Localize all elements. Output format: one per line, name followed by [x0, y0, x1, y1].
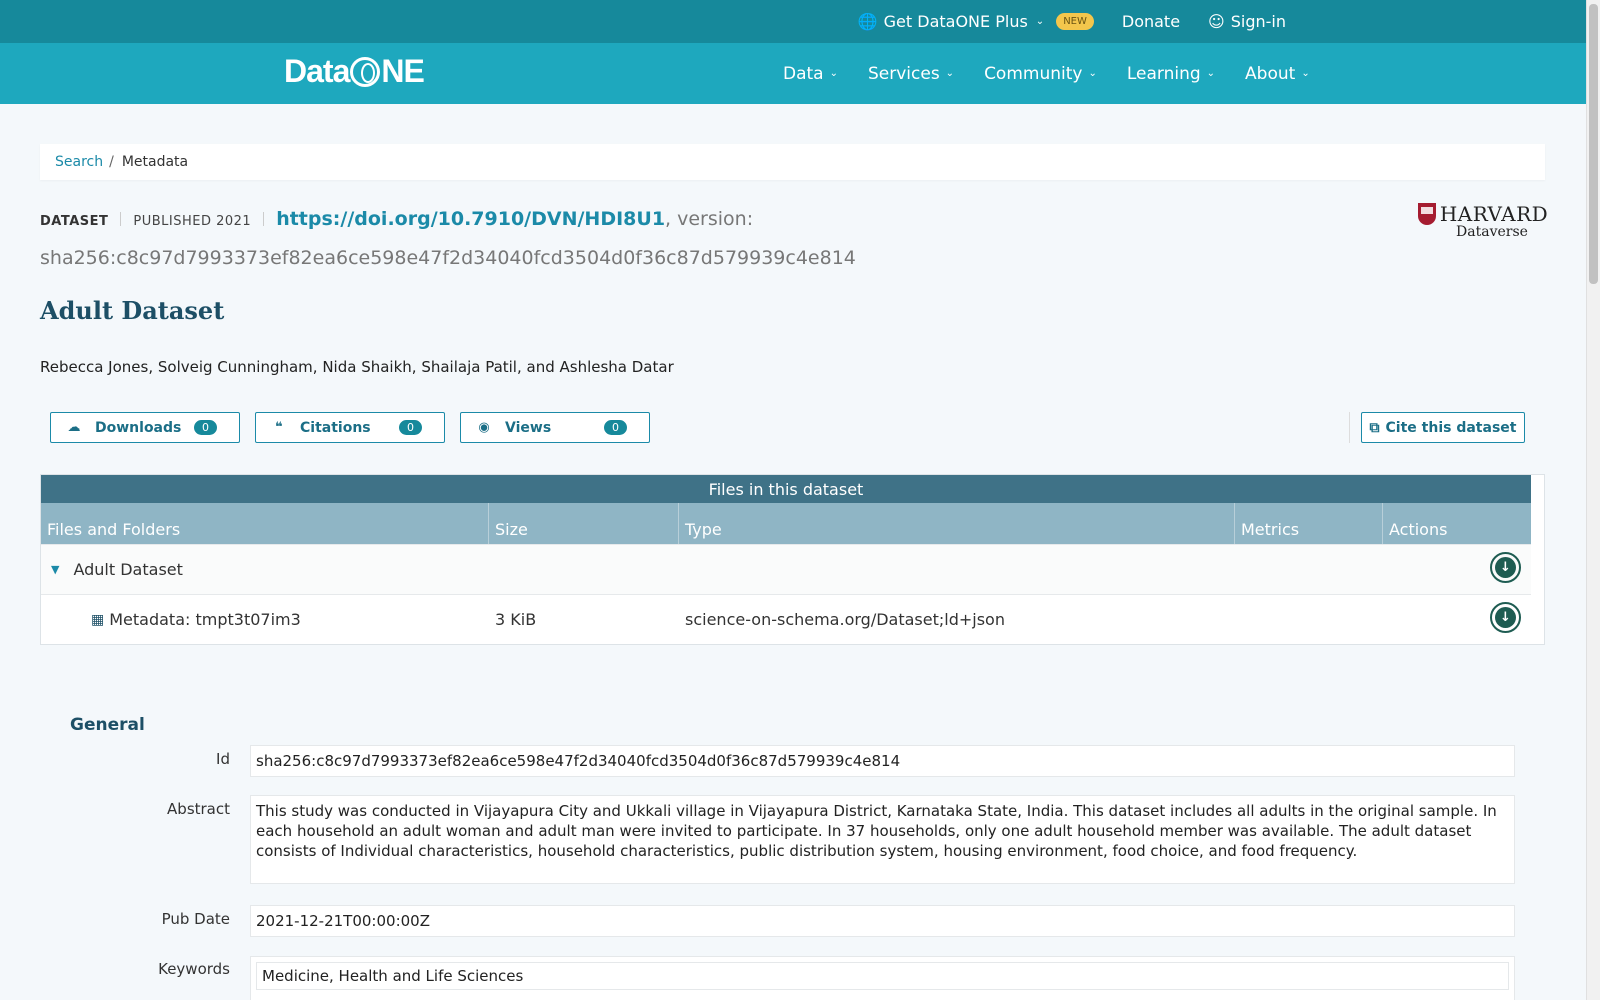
column-header-size: Size [489, 503, 679, 544]
published-label: PUBLISHED 2021 [133, 214, 252, 229]
column-header-files: Files and Folders [41, 503, 489, 544]
get-dataone-plus-link[interactable]: 🌐 Get DataONE Plus ⌄ NEW [858, 12, 1094, 31]
download-icon: ↓ [1495, 557, 1516, 578]
chevron-down-icon: ⌄ [1088, 68, 1097, 79]
views-label: Views [505, 419, 552, 436]
keywords-list: Medicine, Health and Life Sciences [250, 956, 1515, 1000]
folder-name: Adult Dataset [73, 560, 183, 579]
get-dataone-plus-label: Get DataONE Plus [883, 12, 1028, 31]
cite-divider [1349, 412, 1350, 443]
keywords-label: Keywords [158, 960, 230, 978]
top-utility-bar: 🌐 Get DataONE Plus ⌄ NEW Donate ☺ Sign-i… [0, 0, 1586, 43]
globe-icon: 🌐 [857, 12, 878, 31]
logo-globe-icon [350, 56, 381, 87]
meta-divider [120, 212, 122, 226]
chevron-down-icon: ⌄ [945, 68, 955, 79]
keyword-item: Medicine, Health and Life Sciences [256, 962, 1509, 990]
new-badge: NEW [1056, 13, 1094, 30]
scrollbar-thumb[interactable] [1589, 4, 1598, 284]
files-table: Files in this dataset Files and Folders … [40, 474, 1545, 645]
table-icon: ▦ [91, 611, 105, 628]
files-table-header: Files and Folders Size Type Metrics Acti… [41, 503, 1531, 544]
chevron-down-icon: ⌄ [829, 68, 838, 79]
download-file-button[interactable]: ↓ [1490, 602, 1521, 633]
downloads-button[interactable]: ☁ Downloads 0 [50, 412, 240, 443]
copy-icon: ⧉ [1369, 419, 1380, 436]
files-table-caption: Files in this dataset [41, 475, 1531, 503]
download-icon: ↓ [1495, 607, 1516, 628]
sign-in-label: Sign-in [1230, 12, 1286, 31]
eye-icon: ◉ [478, 420, 490, 435]
column-header-metrics: Metrics [1235, 503, 1383, 544]
file-name-cell: ▦ Metadata: tmpt3t07im3 [41, 610, 489, 629]
cite-label: Cite this dataset [1385, 419, 1517, 436]
breadcrumb-current: Metadata [121, 154, 189, 170]
repository-sub: Dataverse [1456, 224, 1528, 240]
donate-link[interactable]: Donate [1122, 12, 1180, 31]
downloads-count: 0 [194, 420, 217, 435]
dataset-authors: Rebecca Jones, Solveig Cunningham, Nida … [40, 358, 674, 376]
harvard-shield-icon [1417, 203, 1436, 225]
nav-item-services[interactable]: Services ⌄ [868, 64, 954, 84]
logo-text-data: Data [284, 53, 350, 89]
dataset-meta-line: DATASET PUBLISHED 2021 https://doi.org/1… [40, 208, 1370, 230]
citations-label: Citations [300, 419, 371, 436]
logo-text-ne: NE [381, 53, 424, 89]
id-label: Id [216, 750, 230, 768]
abstract-value: This study was conducted in Vijayapura C… [250, 795, 1515, 884]
dataone-logo[interactable]: Data NE [284, 53, 425, 90]
file-type: science-on-schema.org/Dataset;ld+json [685, 610, 1005, 629]
download-folder-button[interactable]: ↓ [1490, 552, 1521, 583]
nav-item-learning[interactable]: Learning ⌄ [1127, 64, 1215, 84]
nav-item-label: Learning [1126, 63, 1201, 84]
chevron-down-icon: ⌄ [1206, 68, 1216, 79]
citations-count: 0 [399, 420, 422, 435]
abstract-label: Abstract [167, 800, 230, 818]
column-header-actions: Actions [1389, 520, 1448, 539]
cite-this-dataset-button[interactable]: ⧉ Cite this dataset [1361, 412, 1525, 443]
doi-link[interactable]: https://doi.org/10.7910/DVN/HDI8U1 [276, 208, 665, 230]
id-value: sha256:c8c97d7993373ef82ea6ce598e47f2d34… [250, 745, 1515, 777]
page-scrollbar[interactable] [1586, 0, 1600, 1000]
nav-item-label: About [1245, 63, 1296, 84]
nav-item-label: Community [984, 63, 1083, 84]
repository-name: HARVARD [1439, 202, 1549, 226]
main-navigation: Data NE Data ⌄ Services ⌄ Community ⌄ Le… [0, 43, 1586, 104]
views-button[interactable]: ◉ Views 0 [460, 412, 650, 443]
chevron-down-icon: ⌄ [1301, 68, 1310, 79]
breadcrumb: Search / Metadata [40, 144, 1545, 180]
citations-button[interactable]: ❝ Citations 0 [255, 412, 445, 443]
nav-item-label: Services [867, 63, 940, 84]
nav-item-about[interactable]: About ⌄ [1245, 64, 1310, 84]
folder-row[interactable]: ▼ Adult Dataset ↓ [41, 544, 1531, 594]
downloads-label: Downloads [95, 419, 182, 436]
pubdate-label: Pub Date [161, 910, 230, 928]
column-header-type: Type [679, 503, 1235, 544]
file-name[interactable]: Metadata: tmpt3t07im3 [109, 610, 301, 629]
harvard-dataverse-logo: HARVARD Dataverse [1417, 202, 1549, 240]
breadcrumb-search-link[interactable]: Search [55, 154, 103, 170]
quote-icon: ❝ [275, 420, 283, 435]
chevron-down-icon: ⌄ [1035, 16, 1045, 27]
nav-item-data[interactable]: Data ⌄ [783, 64, 838, 84]
breadcrumb-separator: / [109, 154, 114, 170]
sign-in-link[interactable]: ☺ Sign-in [1208, 12, 1286, 31]
cloud-download-icon: ☁ [67, 420, 81, 435]
meta-divider [263, 212, 265, 226]
nav-links: Data ⌄ Services ⌄ Community ⌄ Learning ⌄… [783, 43, 1310, 104]
general-section-title: General [70, 715, 145, 735]
pubdate-value: 2021-12-21T00:00:00Z [250, 905, 1515, 937]
caret-down-icon[interactable]: ▼ [51, 563, 59, 576]
file-row[interactable]: ▦ Metadata: tmpt3t07im3 3 KiB science-on… [41, 594, 1531, 644]
version-label: , version: [665, 208, 754, 230]
nav-item-community[interactable]: Community ⌄ [984, 64, 1097, 84]
version-hash: sha256:c8c97d7993373ef82ea6ce598e47f2d34… [40, 247, 856, 269]
file-size: 3 KiB [495, 610, 537, 629]
nav-item-label: Data [783, 63, 824, 84]
views-count: 0 [604, 420, 627, 435]
dataset-title: Adult Dataset [40, 296, 225, 325]
user-icon: ☺ [1208, 12, 1225, 31]
dataset-type-label: DATASET [40, 214, 109, 229]
